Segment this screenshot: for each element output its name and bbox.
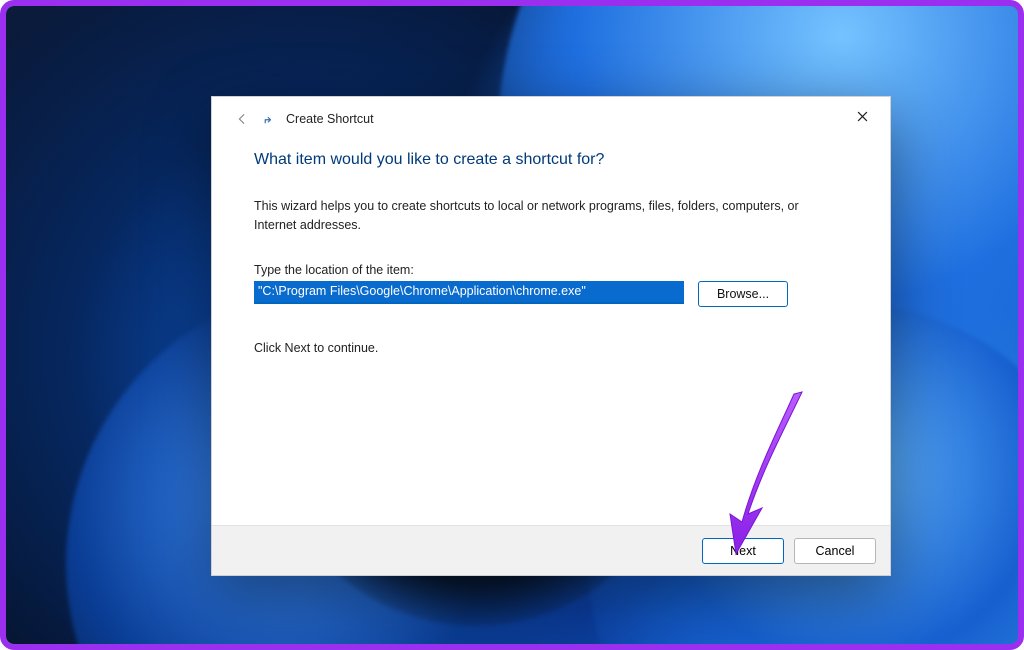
next-button[interactable]: Next <box>702 538 784 564</box>
browse-button[interactable]: Browse... <box>698 281 788 307</box>
wizard-description: This wizard helps you to create shortcut… <box>254 197 814 235</box>
dialog-titlebar: Create Shortcut <box>212 97 890 141</box>
close-icon <box>857 111 868 122</box>
cancel-button[interactable]: Cancel <box>794 538 876 564</box>
annotated-screenshot-frame: Create Shortcut What item would you like… <box>0 0 1024 650</box>
create-shortcut-dialog: Create Shortcut What item would you like… <box>211 96 891 576</box>
location-label: Type the location of the item: <box>254 263 848 277</box>
location-input[interactable] <box>254 281 684 304</box>
wizard-heading: What item would you like to create a sho… <box>254 151 848 169</box>
dialog-title: Create Shortcut <box>286 112 374 126</box>
continue-hint: Click Next to continue. <box>254 341 848 355</box>
back-arrow-icon[interactable] <box>230 107 254 131</box>
dialog-content: What item would you like to create a sho… <box>212 141 890 525</box>
close-button[interactable] <box>840 101 884 131</box>
shortcut-wizard-icon <box>262 112 276 126</box>
dialog-footer: Next Cancel <box>212 525 890 575</box>
location-row: Browse... <box>254 281 848 307</box>
